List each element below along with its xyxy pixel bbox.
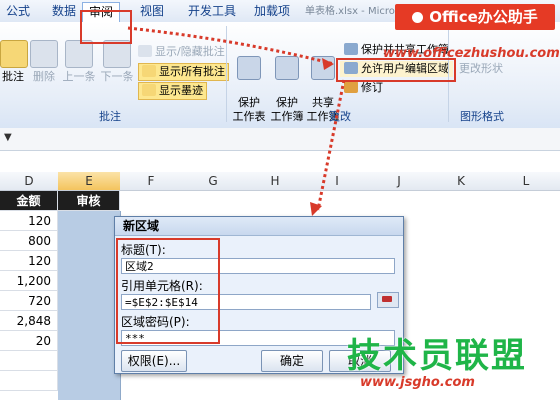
dialog-title: 新区域	[115, 217, 403, 236]
ok-button[interactable]: 确定	[261, 350, 323, 372]
arrow-head-right	[322, 58, 334, 70]
watermark-logo: 技术员联盟	[347, 336, 527, 376]
highlight-dialog-fields	[116, 238, 220, 344]
permissions-button[interactable]: 权限(E)...	[121, 350, 187, 372]
arrow-button-to-dialog	[316, 79, 346, 211]
watermark-url: www.jsgho.com	[360, 375, 475, 390]
collapse-dialog-icon[interactable]	[377, 292, 399, 308]
arrow-review-to-button	[127, 26, 335, 66]
